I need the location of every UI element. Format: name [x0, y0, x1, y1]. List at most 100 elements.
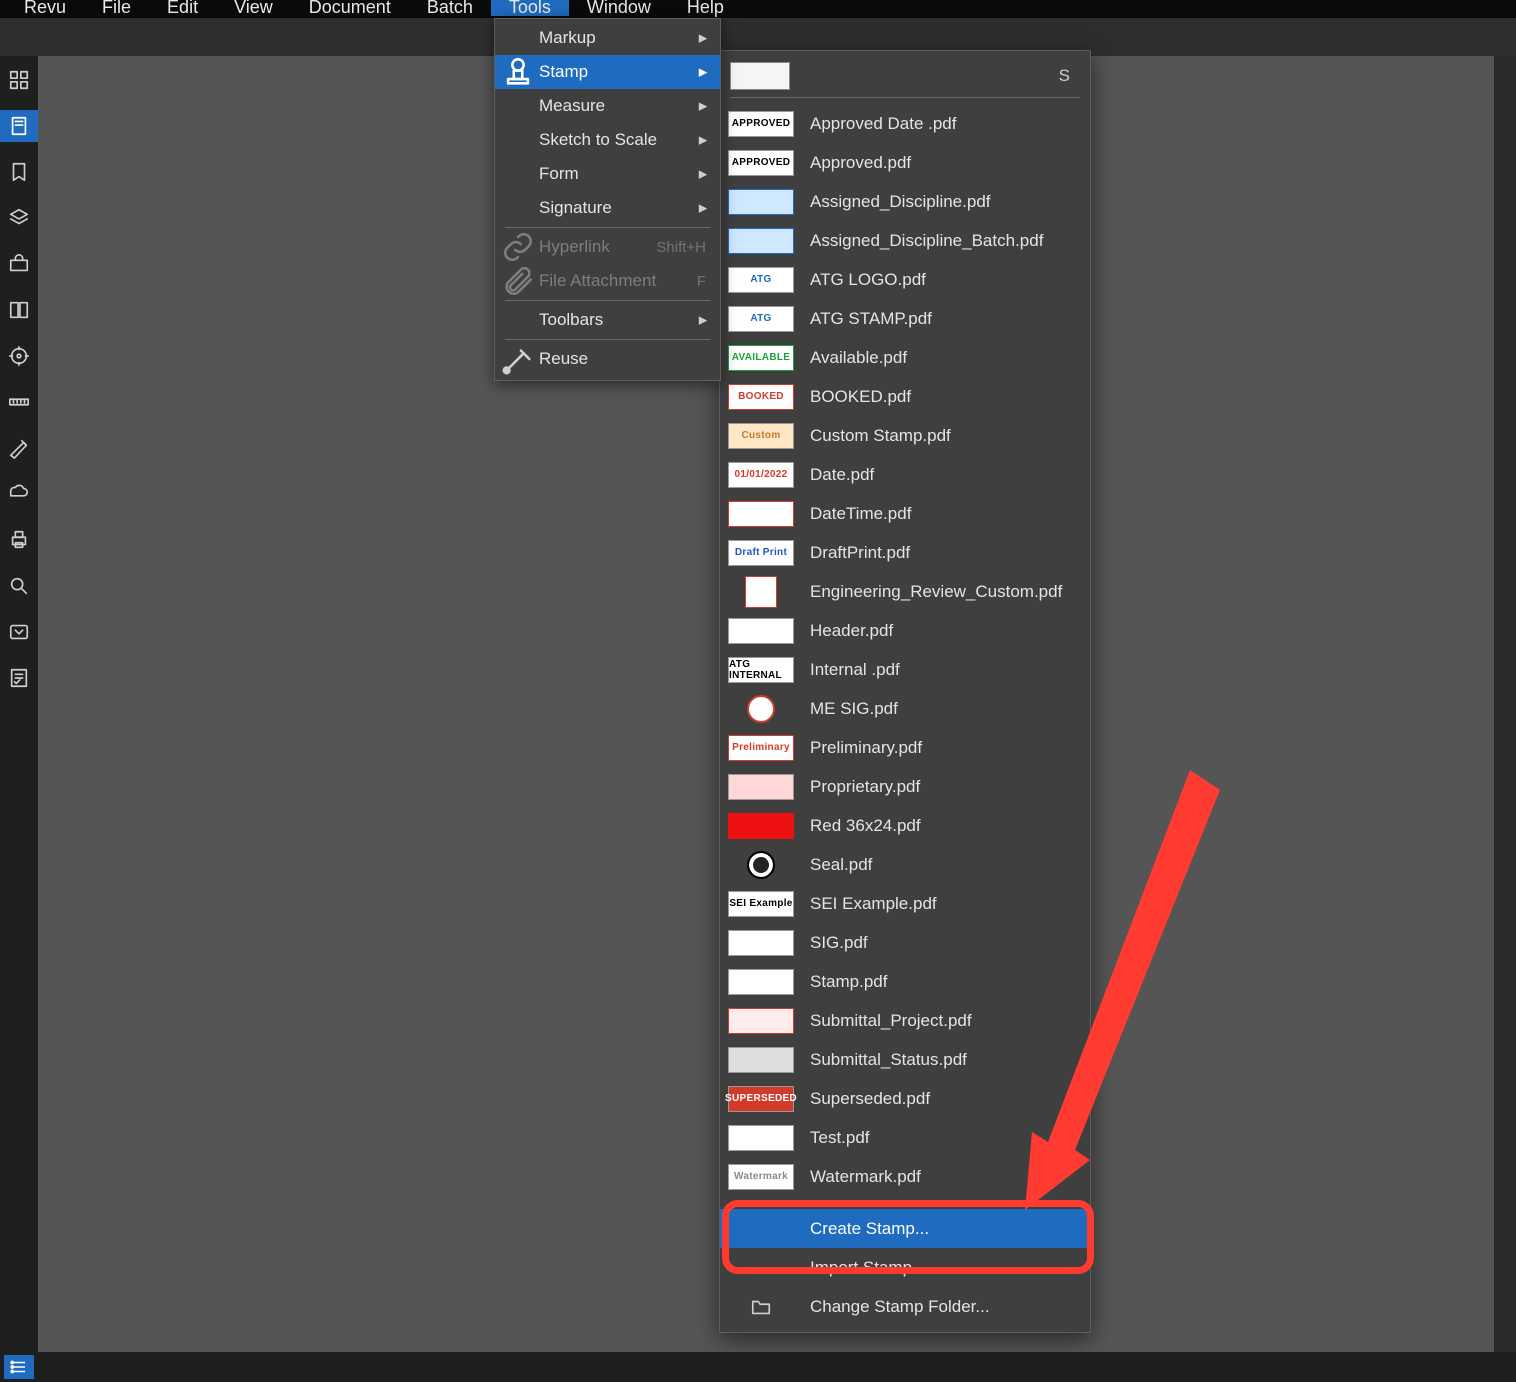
- tools-item-sketch-to-scale[interactable]: Sketch to Scale▸: [495, 123, 720, 157]
- tools-item-reuse[interactable]: Reuse: [495, 342, 720, 376]
- compare-icon[interactable]: [0, 294, 38, 326]
- stamp-thumbnail: APPROVED: [728, 150, 794, 176]
- cloud-icon[interactable]: [0, 478, 38, 510]
- menu-document[interactable]: Document: [291, 0, 409, 16]
- stamp-item[interactable]: AVAILABLEAvailable.pdf: [720, 338, 1090, 377]
- right-scrollbar[interactable]: [1494, 18, 1516, 1382]
- measure-icon[interactable]: [0, 386, 38, 418]
- stamp-thumbnail: Watermark: [728, 1164, 794, 1190]
- menu-batch[interactable]: Batch: [409, 0, 491, 16]
- tools-item-signature[interactable]: Signature▸: [495, 191, 720, 225]
- stamp-item[interactable]: Assigned_Discipline.pdf: [720, 182, 1090, 221]
- forms-icon[interactable]: [0, 662, 38, 694]
- markups-list-toggle[interactable]: [4, 1355, 34, 1379]
- stamp-item[interactable]: Test.pdf: [720, 1118, 1090, 1157]
- menu-file[interactable]: File: [84, 0, 149, 16]
- links-icon[interactable]: [0, 616, 38, 648]
- stamp-item-label: Superseded.pdf: [794, 1089, 1076, 1109]
- chevron-right-icon: ▸: [696, 130, 710, 150]
- tools-item-label: Markup: [535, 28, 696, 48]
- stamp-item[interactable]: Submittal_Project.pdf: [720, 1001, 1090, 1040]
- stamp-action-create-stamp[interactable]: Create Stamp...: [720, 1209, 1090, 1248]
- stamp-thumbnail: BOOKED: [728, 384, 794, 410]
- stamp-thumbnail: [728, 618, 794, 644]
- stamp-thumbnail: [747, 695, 775, 723]
- stamp-item[interactable]: Seal.pdf: [720, 845, 1090, 884]
- stamp-item[interactable]: Assigned_Discipline_Batch.pdf: [720, 221, 1090, 260]
- stamp-search-input[interactable]: [730, 62, 790, 90]
- bookmarks-icon[interactable]: [0, 156, 38, 188]
- stamp-item[interactable]: Draft Print DraftPrint.pdf: [720, 533, 1090, 572]
- properties-icon[interactable]: [0, 340, 38, 372]
- stamp-item[interactable]: DateTime.pdf: [720, 494, 1090, 533]
- stamp-item[interactable]: BOOKEDBOOKED.pdf: [720, 377, 1090, 416]
- stamp-action-import-stamp[interactable]: Import Stamp...: [720, 1248, 1090, 1287]
- stamp-item[interactable]: SUPERSEDEDSuperseded.pdf: [720, 1079, 1090, 1118]
- stamp-item-label: ME SIG.pdf: [794, 699, 1076, 719]
- stamp-item-label: Internal .pdf: [794, 660, 1076, 680]
- stamp-thumbnail: Preliminary: [728, 735, 794, 761]
- tools-dropdown: Markup▸Stamp▸Measure▸Sketch to Scale▸For…: [494, 18, 721, 381]
- stamp-thumb-text: 01/01/2022: [734, 469, 787, 480]
- bottom-bar: [0, 1352, 1516, 1382]
- stamp-item[interactable]: Submittal_Status.pdf: [720, 1040, 1090, 1079]
- stamp-item[interactable]: Stamp.pdf: [720, 962, 1090, 1001]
- stamp-thumb-text: SEI Example: [729, 898, 792, 909]
- stamp-item[interactable]: ATGATG LOGO.pdf: [720, 260, 1090, 299]
- stamp-item-label: Submittal_Status.pdf: [794, 1050, 1076, 1070]
- stamp-item[interactable]: APPROVEDApproved Date .pdf: [720, 104, 1090, 143]
- paperclip-icon: [501, 264, 535, 298]
- thumbnails-icon[interactable]: [0, 64, 38, 96]
- stamp-item-label: Available.pdf: [794, 348, 1076, 368]
- stamp-item[interactable]: PreliminaryPreliminary.pdf: [720, 728, 1090, 767]
- stamp-item[interactable]: ATG INTERNALInternal .pdf: [720, 650, 1090, 689]
- search-icon[interactable]: [0, 570, 38, 602]
- file-access-icon[interactable]: [0, 110, 38, 142]
- stamp-item-label: Approved Date .pdf: [794, 114, 1076, 134]
- stamp-thumb-text: APPROVED: [732, 118, 791, 129]
- tools-item-toolbars[interactable]: Toolbars▸: [495, 303, 720, 337]
- stamp-item-label: DateTime.pdf: [794, 504, 1076, 524]
- tools-item-label: Toolbars: [535, 310, 696, 330]
- shortcut: F: [697, 273, 710, 290]
- blank: [728, 1216, 794, 1242]
- stamp-thumbnail: [728, 774, 794, 800]
- menu-revu[interactable]: Revu: [6, 0, 84, 16]
- layers-icon[interactable]: [0, 202, 38, 234]
- print-icon[interactable]: [0, 524, 38, 556]
- tools-item-form[interactable]: Form▸: [495, 157, 720, 191]
- menu-edit[interactable]: Edit: [149, 0, 216, 16]
- stamp-thumbnail: [728, 1125, 794, 1151]
- stamp-action-change-stamp-folder[interactable]: Change Stamp Folder...: [720, 1287, 1090, 1326]
- tools-item-measure[interactable]: Measure▸: [495, 89, 720, 123]
- menu-view[interactable]: View: [216, 0, 291, 16]
- stamp-item-label: SIG.pdf: [794, 933, 1076, 953]
- menu-tools[interactable]: Tools: [491, 0, 569, 16]
- stamp-item[interactable]: APPROVEDApproved.pdf: [720, 143, 1090, 182]
- tool-chest-icon[interactable]: [0, 248, 38, 280]
- stamp-thumbnail: [728, 1047, 794, 1073]
- stamp-item[interactable]: WatermarkWatermark.pdf: [720, 1157, 1090, 1196]
- menu-help[interactable]: Help: [669, 0, 742, 16]
- menu-window[interactable]: Window: [569, 0, 669, 16]
- stamp-item[interactable]: ME SIG.pdf: [720, 689, 1090, 728]
- stamp-thumb-text: ATG: [750, 274, 771, 285]
- stamp-item[interactable]: SEI ExampleSEI Example.pdf: [720, 884, 1090, 923]
- stamp-thumbnail: Draft Print: [728, 540, 794, 566]
- stamp-thumbnail: [728, 813, 794, 839]
- stamp-item[interactable]: Red 36x24.pdf: [720, 806, 1090, 845]
- stamp-thumb-text: Draft Print: [735, 547, 787, 558]
- blank: [728, 1255, 794, 1281]
- stamp-item[interactable]: ATGATG STAMP.pdf: [720, 299, 1090, 338]
- stamp-item[interactable]: Proprietary.pdf: [720, 767, 1090, 806]
- stamp-item[interactable]: CustomCustom Stamp.pdf: [720, 416, 1090, 455]
- stamp-item-label: DraftPrint.pdf: [794, 543, 1076, 563]
- stamp-item[interactable]: Engineering_Review_Custom.pdf: [720, 572, 1090, 611]
- tools-item-markup[interactable]: Markup▸: [495, 21, 720, 55]
- stamp-item[interactable]: Header.pdf: [720, 611, 1090, 650]
- sketch-icon[interactable]: [0, 432, 38, 464]
- tools-item-label: Stamp: [535, 62, 696, 82]
- stamp-item[interactable]: 01/01/2022Date.pdf: [720, 455, 1090, 494]
- stamp-item[interactable]: SIG.pdf: [720, 923, 1090, 962]
- tools-item-stamp[interactable]: Stamp▸: [495, 55, 720, 89]
